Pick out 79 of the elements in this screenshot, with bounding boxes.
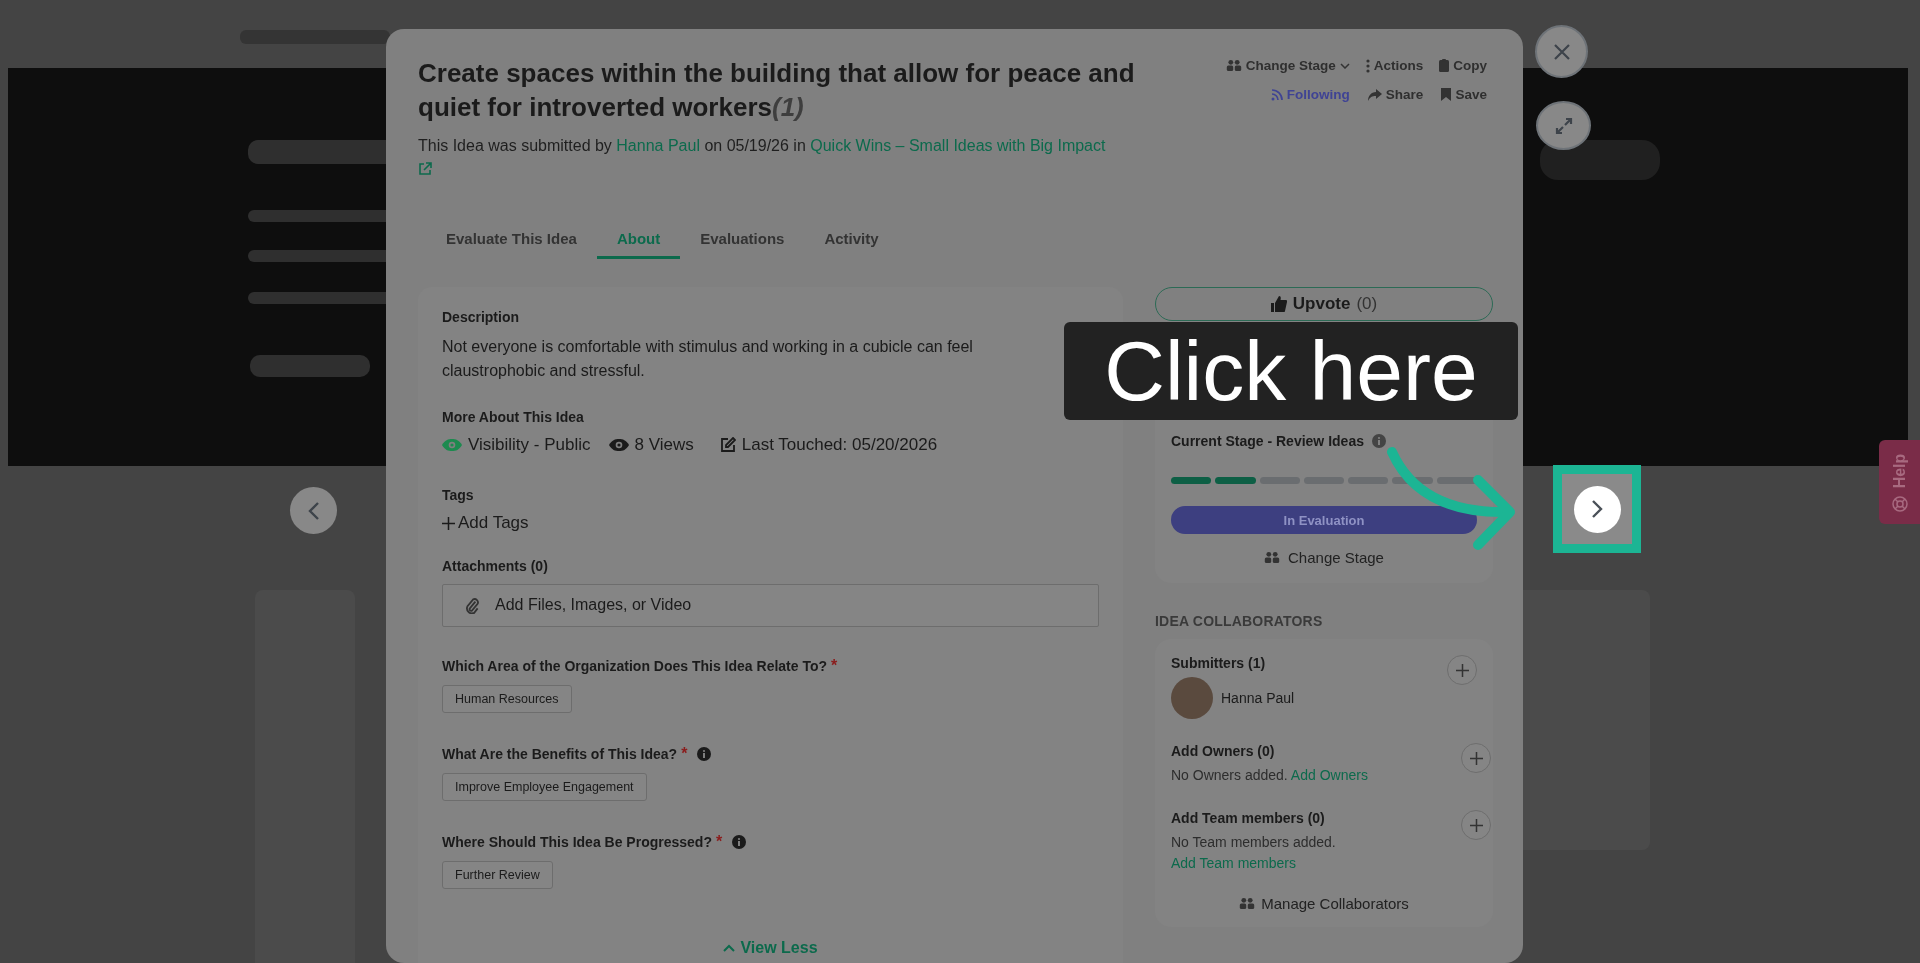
stage-button[interactable]: Change Stage xyxy=(1225,58,1350,73)
expand-icon xyxy=(1553,115,1574,136)
plus-icon xyxy=(1455,663,1469,677)
submission-text: This Idea was submitted by Hanna Paul on 05/19/26 in Quick Wins – Small Ideas with Big Impact xyxy=(418,136,1107,156)
eye-icon xyxy=(608,439,629,451)
campaign-link[interactable]: Quick Wins – Small Ideas with Big Impact xyxy=(810,137,1106,154)
people-icon xyxy=(1264,551,1281,564)
section-label: More About This Idea xyxy=(442,409,585,425)
tab[interactable]: Activity xyxy=(804,220,899,259)
tab[interactable]: Evaluations xyxy=(680,220,805,259)
idea-title: Create spaces within the building that allow for peace and quiet for introverted workers(1) xyxy=(418,57,1136,124)
question-label: What Are the Benefits of This Idea? xyxy=(442,745,678,762)
chevron-right-icon xyxy=(1591,499,1603,519)
section-label: Attachments (0) xyxy=(442,557,549,574)
add-link[interactable]: Add Owners xyxy=(1290,767,1368,783)
rss-icon xyxy=(1270,88,1283,101)
clipboard-icon xyxy=(1439,59,1450,72)
answer-tag: Further Review xyxy=(442,860,553,889)
add-button[interactable] xyxy=(1447,655,1477,685)
empty-text: No Owners added. Add Owners xyxy=(1171,766,1369,785)
group-title: Add Team members (0) xyxy=(1171,810,1326,826)
author-link[interactable]: Hanna Paul xyxy=(616,137,700,154)
menu-button[interactable]: Actions xyxy=(1365,58,1424,73)
required-asterisk: * xyxy=(681,744,688,762)
group-title: Submitters (1) xyxy=(1171,655,1267,671)
following-button[interactable]: Following xyxy=(1270,87,1350,102)
change-stage-button[interactable]: Change Stage xyxy=(1258,548,1390,567)
required-asterisk: * xyxy=(831,656,838,674)
add-tags-button[interactable]: Add Tags xyxy=(442,513,529,533)
answer-tag: Improve Employee Engagement xyxy=(442,772,647,801)
tour-callout: Click here xyxy=(1064,322,1518,420)
visibility-text: Visibility - Public xyxy=(468,435,591,455)
views-count: 8 Views xyxy=(634,435,694,455)
stage-status-bar: In Evaluation xyxy=(1171,506,1477,534)
description-text: Not everyone is comfortable with stimulus and working in a cubicle can feel claustrophobic and stressful. xyxy=(442,337,974,381)
current-stage-text: Current Stage - Review Ideas xyxy=(1171,433,1364,449)
avatar xyxy=(1171,677,1213,719)
section-heading: IDEA COLLABORATORS xyxy=(1155,613,1324,629)
save-button[interactable]: Save xyxy=(1441,87,1487,102)
manage-collaborators-button[interactable]: Manage Collaborators xyxy=(1233,894,1415,913)
share-button[interactable]: Share xyxy=(1367,87,1424,102)
visibility-icon xyxy=(442,439,462,451)
member-name: Hanna Paul xyxy=(1221,690,1295,706)
chevron-left-icon xyxy=(307,500,320,521)
plus-icon xyxy=(1469,751,1483,765)
last-touched-text: Last Touched: 05/20/2026 xyxy=(741,435,938,455)
group-title: Add Owners (0) xyxy=(1171,743,1276,759)
tab[interactable]: About xyxy=(596,220,681,259)
edit-icon xyxy=(719,437,736,453)
add-button[interactable] xyxy=(1461,743,1491,773)
plus-icon xyxy=(442,516,455,530)
question-label: Which Area of the Organization Does This Idea Relate To? xyxy=(442,657,828,674)
more-options-icon xyxy=(1365,58,1370,73)
lifebuoy-icon xyxy=(1891,496,1908,512)
section-label: Tags xyxy=(442,487,475,503)
tab[interactable]: Evaluate This Idea xyxy=(426,220,597,259)
section-label: Description xyxy=(442,309,520,325)
bookmark-icon xyxy=(1441,88,1452,101)
required-asterisk: * xyxy=(715,832,723,850)
close-icon xyxy=(1551,41,1572,62)
people-icon xyxy=(1239,897,1256,910)
answer-tag: Human Resources xyxy=(442,684,572,713)
view-less-button[interactable]: View Less xyxy=(723,938,818,957)
add-attachments-button[interactable]: Add Files, Images, or Video xyxy=(442,583,1099,627)
plus-icon xyxy=(1469,818,1483,832)
paperclip-icon xyxy=(465,596,479,614)
add-button[interactable] xyxy=(1461,810,1491,840)
help-tab[interactable]: Help xyxy=(1879,440,1920,524)
question-label: Where Should This Idea Be Progressed? xyxy=(442,833,712,850)
info-icon xyxy=(1371,434,1386,448)
chevron-up-icon xyxy=(723,943,736,952)
empty-text: No Team members added. Add Team members xyxy=(1171,833,1337,873)
add-link[interactable]: Add Team members xyxy=(1171,855,1296,871)
upvote-button[interactable]: Upvote (0) xyxy=(1155,287,1493,321)
copy-button[interactable]: Copy xyxy=(1439,58,1487,73)
people-icon xyxy=(1225,59,1242,72)
caret-icon xyxy=(1339,62,1350,69)
thumbs-up-icon xyxy=(1270,296,1287,312)
share-icon xyxy=(1367,88,1382,101)
